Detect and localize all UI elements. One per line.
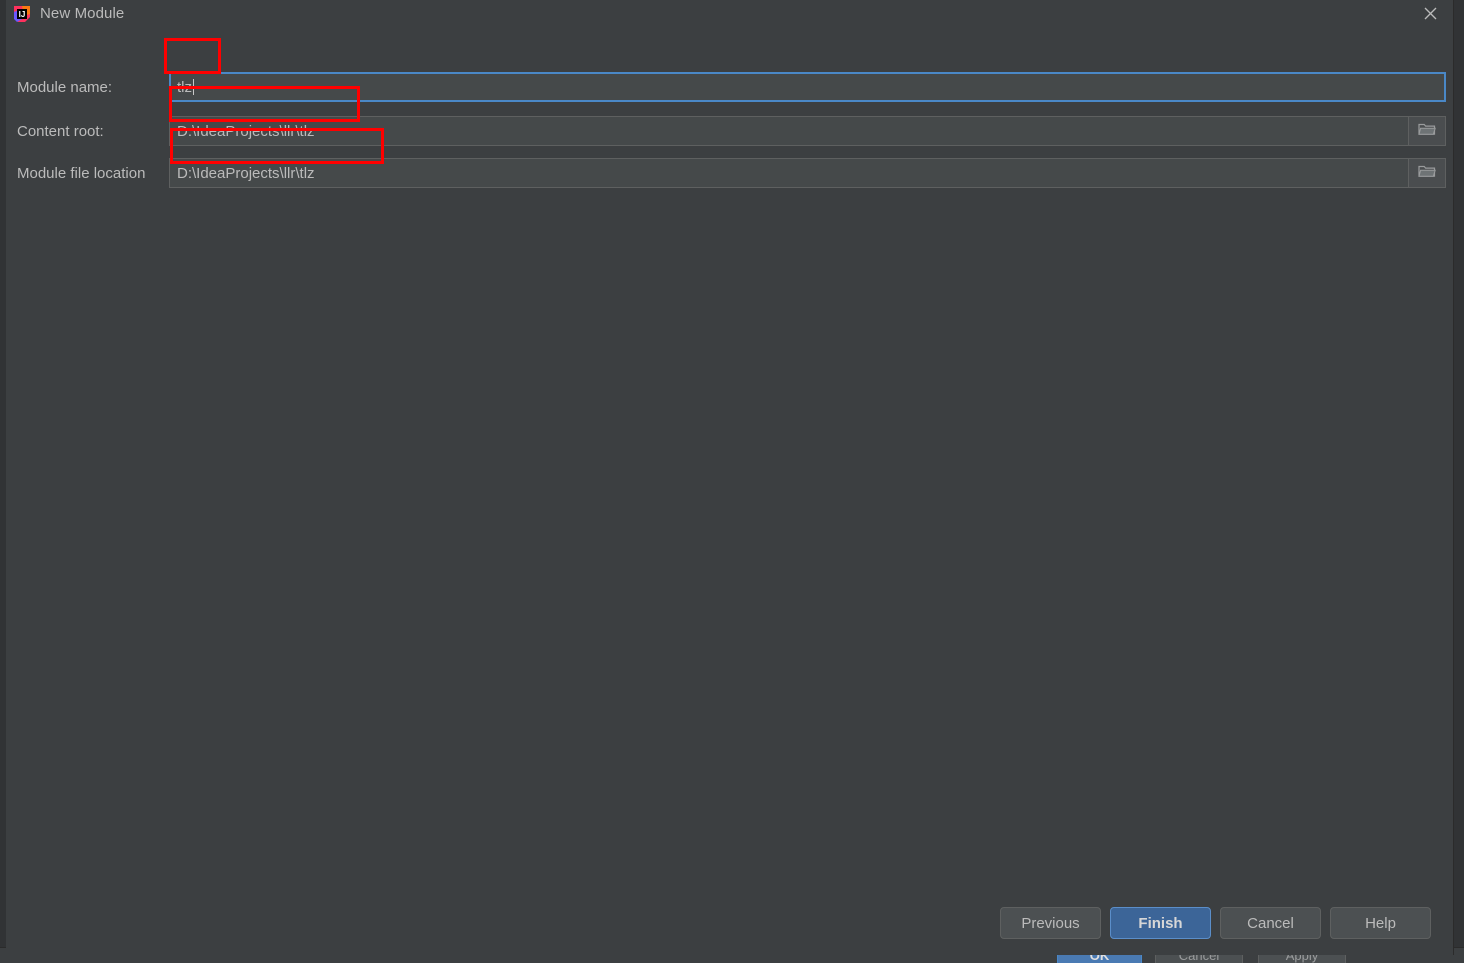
module-file-location-field: D:\IdeaProjects\llr\tlz [169,158,1446,188]
svg-text:IJ: IJ [19,10,26,19]
dialog-title: New Module [40,5,125,22]
content-root-browse-button[interactable] [1409,117,1445,145]
folder-icon [1418,164,1436,183]
module-name-input[interactable]: tlz [169,72,1446,102]
cancel-button[interactable]: Cancel [1220,907,1321,939]
form-row-content-root: Content root: D:\IdeaProjects\llr\tlz [6,116,1454,146]
dialog-titlebar[interactable]: IJ New Module [6,0,1453,27]
close-icon[interactable] [1407,0,1453,27]
form-row-module-name: Module name: tlz [6,72,1454,102]
intellij-idea-icon: IJ [14,5,30,22]
content-root-input[interactable]: D:\IdeaProjects\llr\tlz [170,117,1409,145]
help-button[interactable]: Help [1330,907,1431,939]
content-root-label: Content root: [17,122,104,140]
dialog-footer: Previous Finish Cancel Help [1000,907,1431,939]
annotation-box-module-name [164,38,221,74]
module-name-label: Module name: [17,78,113,96]
content-root-field-wrap: D:\IdeaProjects\llr\tlz [169,116,1446,146]
module-file-location-label: Module file location [17,164,146,182]
text-caret [193,79,194,95]
folder-icon [1418,122,1436,141]
previous-button[interactable]: Previous [1000,907,1101,939]
content-root-field: D:\IdeaProjects\llr\tlz [169,116,1446,146]
module-name-value: tlz [177,78,192,96]
parent-window-right-edge [1454,0,1464,963]
module-file-location-browse-button[interactable] [1409,159,1445,187]
new-module-dialog: IJ New Module Module name: tlz Content r… [6,0,1454,955]
module-file-location-input[interactable]: D:\IdeaProjects\llr\tlz [170,159,1409,187]
form-row-module-file-location: Module file location D:\IdeaProjects\llr… [6,158,1454,188]
module-name-field-wrap: tlz [169,72,1446,102]
module-file-location-field-wrap: D:\IdeaProjects\llr\tlz [169,158,1446,188]
finish-button[interactable]: Finish [1110,907,1211,939]
